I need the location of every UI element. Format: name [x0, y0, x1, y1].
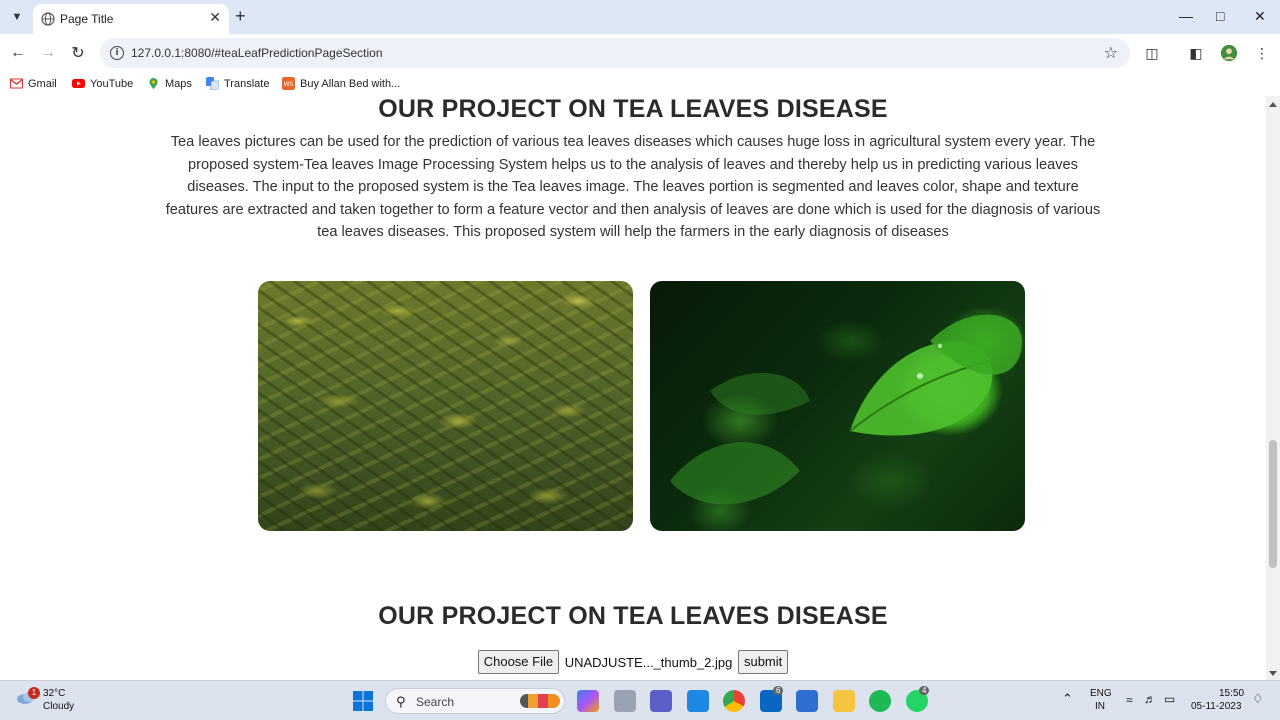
upload-form: Choose File UNADJUSTE..._thumb_2.jpg sub…: [0, 650, 1266, 674]
bookmark-translate[interactable]: Translate: [206, 77, 269, 90]
upload-section-heading: OUR PROJECT ON TEA LEAVES DISEASE: [378, 602, 888, 630]
taskbar-search-box[interactable]: ⚲ Search: [385, 688, 565, 714]
submit-button[interactable]: submit: [737, 650, 789, 674]
wifi-icon[interactable]: ≈: [1126, 693, 1133, 707]
volume-icon[interactable]: ♬: [1144, 692, 1156, 706]
weather-alert-badge: 1: [28, 687, 40, 699]
browser-toolbar: ← → ↻ i 127.0.0.1:8080/#teaLeafPredictio…: [0, 34, 1280, 72]
scroll-down-arrow-icon[interactable]: [1269, 671, 1277, 676]
bookmark-star-icon[interactable]: ☆: [1104, 43, 1118, 63]
reload-icon[interactable]: ↻: [68, 43, 88, 63]
bookmark-gmail[interactable]: Gmail: [10, 77, 57, 90]
windows-start-icon[interactable]: [352, 690, 374, 712]
back-arrow-icon[interactable]: ←: [8, 43, 28, 63]
forward-arrow-icon[interactable]: →: [38, 43, 58, 63]
battery-icon[interactable]: ▭: [1164, 692, 1175, 706]
side-panel-icon[interactable]: ◧: [1186, 43, 1206, 63]
clock-time[interactable]: 15:50: [1219, 688, 1244, 699]
extensions-puzzle-icon[interactable]: ◫: [1142, 43, 1162, 63]
bookmark-label: Maps: [165, 77, 192, 90]
weather-description[interactable]: Cloudy: [43, 701, 74, 712]
teams-icon[interactable]: [650, 690, 672, 712]
windows-taskbar: 1 32°C Cloudy ⚲ Search 6 4 ⌃ ENG IN ≈ ♬ …: [0, 680, 1280, 720]
new-tab-plus-icon[interactable]: +: [235, 7, 246, 25]
bookmark-label: Gmail: [28, 77, 57, 90]
copilot-icon[interactable]: [577, 690, 599, 712]
weather-temperature[interactable]: 32°C: [43, 688, 65, 699]
bookmark-label: Translate: [224, 77, 270, 90]
vscode-icon[interactable]: [687, 690, 709, 712]
notification-badge: 4: [919, 686, 930, 695]
task-view-icon[interactable]: [614, 690, 636, 712]
choose-file-button[interactable]: Choose File: [477, 650, 560, 674]
tab-search-chevron-icon[interactable]: ▼: [6, 6, 28, 28]
site-info-icon[interactable]: i: [110, 46, 124, 60]
scroll-up-arrow-icon[interactable]: [1269, 102, 1277, 107]
bookmark-label: YouTube: [90, 77, 134, 90]
search-placeholder: Search: [416, 695, 455, 709]
svg-text:WS: WS: [284, 81, 294, 88]
tea-leaf-closeup-image: [650, 281, 1025, 531]
bookmark-buy-allan-bed[interactable]: WS Buy Allan Bed with...: [282, 77, 400, 90]
page-scrollbar[interactable]: [1266, 96, 1280, 680]
browser-tab[interactable]: Page Title ✕: [33, 4, 229, 34]
whatsapp-icon[interactable]: 4: [906, 686, 930, 712]
ws-store-icon: WS: [282, 77, 295, 90]
region-indicator[interactable]: IN: [1095, 701, 1105, 712]
page-viewport: OUR PROJECT ON TEA LEAVES DISEASE Tea le…: [0, 96, 1266, 680]
kebab-menu-icon[interactable]: ⋮: [1252, 43, 1272, 63]
maps-icon: [149, 78, 158, 89]
translate-icon: [206, 77, 219, 90]
minimize-icon[interactable]: —: [1179, 7, 1193, 25]
project-description: Tea leaves pictures can be used for the …: [165, 134, 1101, 241]
bookmark-maps[interactable]: Maps: [147, 77, 192, 90]
bookmark-label: Buy Allan Bed with...: [300, 77, 401, 90]
notification-badge: 6: [773, 686, 784, 695]
close-window-icon[interactable]: ✕: [1254, 7, 1266, 25]
tab-close-icon[interactable]: ✕: [209, 9, 221, 26]
bookmark-youtube[interactable]: YouTube: [72, 77, 133, 90]
bookmarks-bar: Gmail YouTube Maps Translate WS Buy Alla…: [0, 72, 1280, 96]
outlook-icon[interactable]: 6: [760, 686, 784, 712]
search-highlight-icon: [520, 694, 560, 708]
clock-date[interactable]: 05-11-2023: [1191, 701, 1241, 712]
tray-overflow-chevron-icon[interactable]: ⌃: [1062, 691, 1073, 707]
search-icon: ⚲: [396, 694, 406, 709]
section-heading: OUR PROJECT ON TEA LEAVES DISEASE: [378, 96, 888, 123]
tab-title: Page Title: [60, 12, 114, 26]
language-indicator[interactable]: ENG: [1090, 688, 1112, 699]
scrollbar-thumb[interactable]: [1269, 440, 1277, 568]
globe-icon: [41, 12, 55, 26]
tea-plantation-image: [258, 281, 633, 531]
selected-file-name: UNADJUSTE..._thumb_2.jpg: [564, 654, 733, 670]
youtube-icon: [72, 79, 85, 88]
profile-avatar[interactable]: [1219, 43, 1239, 63]
chrome-icon[interactable]: [723, 690, 745, 712]
gmail-icon: [10, 78, 23, 89]
notification-bell-icon[interactable]: ♢: [1252, 691, 1264, 707]
tab-strip: ▼ Page Title ✕ + — □ ✕: [0, 0, 1280, 34]
url-text[interactable]: 127.0.0.1:8080/#teaLeafPredictionPageSec…: [131, 46, 383, 60]
maximize-icon[interactable]: □: [1216, 7, 1224, 25]
file-explorer-icon[interactable]: [833, 690, 855, 712]
spotify-icon[interactable]: [869, 690, 891, 712]
microsoft-store-icon[interactable]: [796, 690, 818, 712]
address-bar[interactable]: i 127.0.0.1:8080/#teaLeafPredictionPageS…: [100, 38, 1130, 68]
